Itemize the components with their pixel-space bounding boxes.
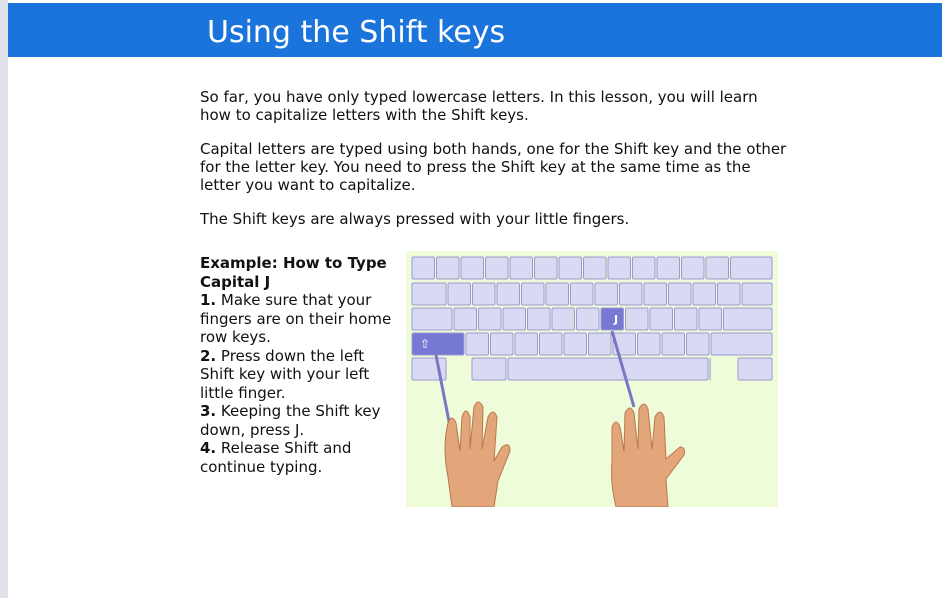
keyboard-key [723,307,773,331]
example-instructions: Example: How to Type Capital J 1. Make s… [200,254,400,476]
keyboard-key [558,256,582,280]
space-bar-key [507,357,709,381]
keyboard-key [710,332,773,356]
keyboard-key [563,332,587,356]
keyboard-key [534,256,558,280]
page-title: Using the Shift keys [207,15,506,50]
paragraph-capital-letters: Capital letters are typed using both han… [200,140,787,194]
keyboard-key [674,307,698,331]
lesson-text: So far, you have only typed lowercase le… [200,88,790,244]
keyboard-key [619,282,643,306]
keyboard-key [490,332,514,356]
j-key [600,307,624,331]
keyboard-key [668,282,692,306]
keyboard-key [509,256,533,280]
keyboard-key [717,282,741,306]
keyboard-key [649,307,673,331]
keyboard-key [632,256,656,280]
header-bar: Using the Shift keys [8,3,942,57]
keyboard-key [661,332,685,356]
keyboard-key [411,307,453,331]
keyboard-key [551,307,575,331]
keyboard-key [594,282,618,306]
keyboard-key [607,256,631,280]
step-number: 1. [200,291,217,309]
j-key-label: J [613,313,618,326]
keyboard-illustration: J ⇧ [406,251,778,507]
keyboard-key [447,282,471,306]
keyboard-key [527,307,551,331]
keyboard-key [625,307,649,331]
keyboard-key [460,256,484,280]
keyboard-key [539,332,563,356]
left-rail [0,0,8,598]
step-text: Keeping the Shift key down, press J. [200,402,381,439]
keyboard-key [411,256,435,280]
keyboard-key [436,256,460,280]
step-number: 4. [200,439,217,457]
keyboard-key [465,332,489,356]
keyboard-key [705,256,729,280]
step-text: Release Shift and continue typing. [200,439,352,476]
keyboard-key [545,282,569,306]
keyboard-key [411,282,447,306]
keyboard-key [514,332,538,356]
keyboard-key [576,307,600,331]
keyboard-key [485,256,509,280]
keyboard-key [692,282,716,306]
keyboard-key [643,282,667,306]
shift-key-label: ⇧ [420,337,430,351]
keyboard-key [681,256,705,280]
keyboard-key [730,256,773,280]
keyboard-hands-illustration: J ⇧ [406,251,778,507]
step-text: Make sure that your fingers are on their… [200,291,392,346]
keyboard-key [502,307,526,331]
keyboard-key [698,307,722,331]
keyboard-key [686,332,710,356]
keyboard-key [656,256,680,280]
keyboard-key [637,332,661,356]
step-number: 2. [200,346,217,365]
step-text: Press down the left Shift key with your … [200,346,370,402]
keyboard-key [478,307,502,331]
keyboard-key [496,282,520,306]
paragraph-intro: So far, you have only typed lowercase le… [200,88,758,124]
keyboard-key [453,307,477,331]
keyboard-key [472,282,496,306]
keyboard-key [521,282,545,306]
example-heading: Example: How to Type Capital J [200,254,387,291]
keyboard-key [741,282,773,306]
keyboard-key [583,256,607,280]
step-number: 3. [200,402,217,420]
keyboard-key [737,357,773,381]
paragraph-little-fingers: The Shift keys are always pressed with y… [200,210,630,228]
keyboard-key [471,357,507,381]
keyboard-key [570,282,594,306]
keyboard-key [588,332,612,356]
